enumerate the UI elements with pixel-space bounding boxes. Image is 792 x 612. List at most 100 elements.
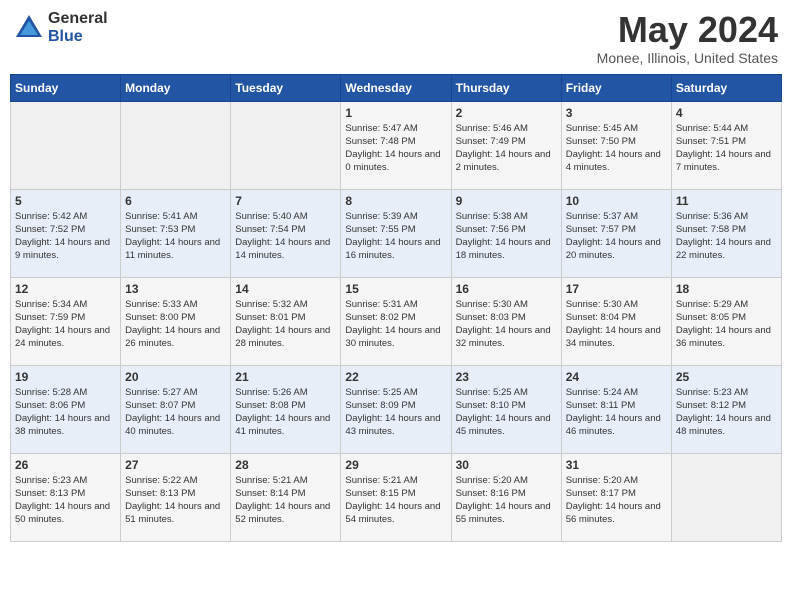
cell-content: Sunrise: 5:31 AMSunset: 8:02 PMDaylight:… xyxy=(345,298,446,351)
calendar-cell: 15 Sunrise: 5:31 AMSunset: 8:02 PMDayligh… xyxy=(341,277,451,365)
calendar-cell: 2 Sunrise: 5:46 AMSunset: 7:49 PMDaylight… xyxy=(451,101,561,189)
calendar-cell: 8 Sunrise: 5:39 AMSunset: 7:55 PMDaylight… xyxy=(341,189,451,277)
cell-content: Sunrise: 5:25 AMSunset: 8:09 PMDaylight:… xyxy=(345,386,446,439)
cell-content: Sunrise: 5:29 AMSunset: 8:05 PMDaylight:… xyxy=(676,298,777,351)
calendar-cell: 5 Sunrise: 5:42 AMSunset: 7:52 PMDaylight… xyxy=(11,189,121,277)
weekday-header-sunday: Sunday xyxy=(11,74,121,101)
logo-icon xyxy=(14,13,44,43)
cell-content: Sunrise: 5:30 AMSunset: 8:03 PMDaylight:… xyxy=(456,298,557,351)
calendar-cell xyxy=(121,101,231,189)
cell-content: Sunrise: 5:21 AMSunset: 8:15 PMDaylight:… xyxy=(345,474,446,527)
calendar-cell: 28 Sunrise: 5:21 AMSunset: 8:14 PMDayligh… xyxy=(231,453,341,541)
cell-content: Sunrise: 5:21 AMSunset: 8:14 PMDaylight:… xyxy=(235,474,336,527)
logo-text: General Blue xyxy=(48,10,108,45)
weekday-header-wednesday: Wednesday xyxy=(341,74,451,101)
calendar-cell: 27Sunrise: 5:22 AMSunset: 8:13 PMDayligh… xyxy=(121,453,231,541)
day-number: 11 xyxy=(676,194,777,208)
day-number: 27 xyxy=(125,458,226,472)
day-number: 30 xyxy=(456,458,557,472)
cell-content: Sunrise: 5:42 AMSunset: 7:52 PMDaylight:… xyxy=(15,210,116,263)
week-row-1: 1 Sunrise: 5:47 AMSunset: 7:48 PMDaylight… xyxy=(11,101,782,189)
day-number: 10 xyxy=(566,194,667,208)
cell-content: Sunrise: 5:26 AMSunset: 8:08 PMDaylight:… xyxy=(235,386,336,439)
day-number: 2 xyxy=(456,106,557,120)
cell-content: Sunrise: 5:47 AMSunset: 7:48 PMDaylight:… xyxy=(345,122,446,175)
day-number: 18 xyxy=(676,282,777,296)
day-number: 6 xyxy=(125,194,226,208)
calendar-cell: 11 Sunrise: 5:36 AMSunset: 7:58 PMDayligh… xyxy=(671,189,781,277)
day-number: 15 xyxy=(345,282,446,296)
day-number: 9 xyxy=(456,194,557,208)
calendar-cell: 3Sunrise: 5:45 AMSunset: 7:50 PMDaylight… xyxy=(561,101,671,189)
weekday-header-monday: Monday xyxy=(121,74,231,101)
day-number: 26 xyxy=(15,458,116,472)
cell-content: Sunrise: 5:27 AMSunset: 8:07 PMDaylight:… xyxy=(125,386,226,439)
calendar-cell: 17 Sunrise: 5:30 AMSunset: 8:04 PMDayligh… xyxy=(561,277,671,365)
day-number: 7 xyxy=(235,194,336,208)
calendar-cell: 10 Sunrise: 5:37 AMSunset: 7:57 PMDayligh… xyxy=(561,189,671,277)
calendar-cell: 22 Sunrise: 5:25 AMSunset: 8:09 PMDayligh… xyxy=(341,365,451,453)
calendar-cell: 18 Sunrise: 5:29 AMSunset: 8:05 PMDayligh… xyxy=(671,277,781,365)
calendar-cell: 25 Sunrise: 5:23 AMSunset: 8:12 PMDayligh… xyxy=(671,365,781,453)
day-number: 17 xyxy=(566,282,667,296)
cell-content: Sunrise: 5:30 AMSunset: 8:04 PMDaylight:… xyxy=(566,298,667,351)
weekday-header-thursday: Thursday xyxy=(451,74,561,101)
week-row-5: 26 Sunrise: 5:23 AMSunset: 8:13 PMDayligh… xyxy=(11,453,782,541)
day-number: 29 xyxy=(345,458,446,472)
day-number: 14 xyxy=(235,282,336,296)
cell-content: Sunrise: 5:46 AMSunset: 7:49 PMDaylight:… xyxy=(456,122,557,175)
cell-content: Sunrise: 5:23 AMSunset: 8:13 PMDaylight:… xyxy=(15,474,116,527)
day-number: 25 xyxy=(676,370,777,384)
cell-content: Sunrise: 5:23 AMSunset: 8:12 PMDaylight:… xyxy=(676,386,777,439)
calendar-cell: 12Sunrise: 5:34 AMSunset: 7:59 PMDayligh… xyxy=(11,277,121,365)
day-number: 21 xyxy=(235,370,336,384)
day-number: 28 xyxy=(235,458,336,472)
location: Monee, Illinois, United States xyxy=(597,50,778,66)
calendar-cell: 6 Sunrise: 5:41 AMSunset: 7:53 PMDaylight… xyxy=(121,189,231,277)
cell-content: Sunrise: 5:36 AMSunset: 7:58 PMDaylight:… xyxy=(676,210,777,263)
logo-general: General xyxy=(48,10,108,28)
day-number: 4 xyxy=(676,106,777,120)
week-row-3: 12Sunrise: 5:34 AMSunset: 7:59 PMDayligh… xyxy=(11,277,782,365)
calendar-cell: 30Sunrise: 5:20 AMSunset: 8:16 PMDayligh… xyxy=(451,453,561,541)
cell-content: Sunrise: 5:40 AMSunset: 7:54 PMDaylight:… xyxy=(235,210,336,263)
title-block: May 2024 Monee, Illinois, United States xyxy=(597,10,778,66)
calendar-cell: 14Sunrise: 5:32 AMSunset: 8:01 PMDayligh… xyxy=(231,277,341,365)
day-number: 23 xyxy=(456,370,557,384)
day-number: 8 xyxy=(345,194,446,208)
day-number: 24 xyxy=(566,370,667,384)
day-number: 1 xyxy=(345,106,446,120)
calendar-cell: 16 Sunrise: 5:30 AMSunset: 8:03 PMDayligh… xyxy=(451,277,561,365)
month-title: May 2024 xyxy=(597,10,778,50)
day-number: 22 xyxy=(345,370,446,384)
calendar-cell xyxy=(671,453,781,541)
day-number: 19 xyxy=(15,370,116,384)
calendar-table: SundayMondayTuesdayWednesdayThursdayFrid… xyxy=(10,74,782,542)
day-number: 5 xyxy=(15,194,116,208)
cell-content: Sunrise: 5:44 AMSunset: 7:51 PMDaylight:… xyxy=(676,122,777,175)
week-row-4: 19 Sunrise: 5:28 AMSunset: 8:06 PMDayligh… xyxy=(11,365,782,453)
calendar-cell: 26 Sunrise: 5:23 AMSunset: 8:13 PMDayligh… xyxy=(11,453,121,541)
weekday-header-saturday: Saturday xyxy=(671,74,781,101)
day-number: 31 xyxy=(566,458,667,472)
calendar-cell: 24 Sunrise: 5:24 AMSunset: 8:11 PMDayligh… xyxy=(561,365,671,453)
cell-content: Sunrise: 5:41 AMSunset: 7:53 PMDaylight:… xyxy=(125,210,226,263)
calendar-cell: 31Sunrise: 5:20 AMSunset: 8:17 PMDayligh… xyxy=(561,453,671,541)
week-row-2: 5 Sunrise: 5:42 AMSunset: 7:52 PMDaylight… xyxy=(11,189,782,277)
weekday-header-tuesday: Tuesday xyxy=(231,74,341,101)
calendar-cell xyxy=(231,101,341,189)
calendar-cell: 4 Sunrise: 5:44 AMSunset: 7:51 PMDaylight… xyxy=(671,101,781,189)
calendar-cell xyxy=(11,101,121,189)
cell-content: Sunrise: 5:39 AMSunset: 7:55 PMDaylight:… xyxy=(345,210,446,263)
calendar-cell: 9 Sunrise: 5:38 AMSunset: 7:56 PMDaylight… xyxy=(451,189,561,277)
cell-content: Sunrise: 5:25 AMSunset: 8:10 PMDaylight:… xyxy=(456,386,557,439)
cell-content: Sunrise: 5:38 AMSunset: 7:56 PMDaylight:… xyxy=(456,210,557,263)
cell-content: Sunrise: 5:28 AMSunset: 8:06 PMDaylight:… xyxy=(15,386,116,439)
cell-content: Sunrise: 5:45 AMSunset: 7:50 PMDaylight:… xyxy=(566,122,667,175)
cell-content: Sunrise: 5:24 AMSunset: 8:11 PMDaylight:… xyxy=(566,386,667,439)
day-number: 16 xyxy=(456,282,557,296)
weekday-header-row: SundayMondayTuesdayWednesdayThursdayFrid… xyxy=(11,74,782,101)
calendar-cell: 21 Sunrise: 5:26 AMSunset: 8:08 PMDayligh… xyxy=(231,365,341,453)
cell-content: Sunrise: 5:37 AMSunset: 7:57 PMDaylight:… xyxy=(566,210,667,263)
calendar-cell: 19 Sunrise: 5:28 AMSunset: 8:06 PMDayligh… xyxy=(11,365,121,453)
